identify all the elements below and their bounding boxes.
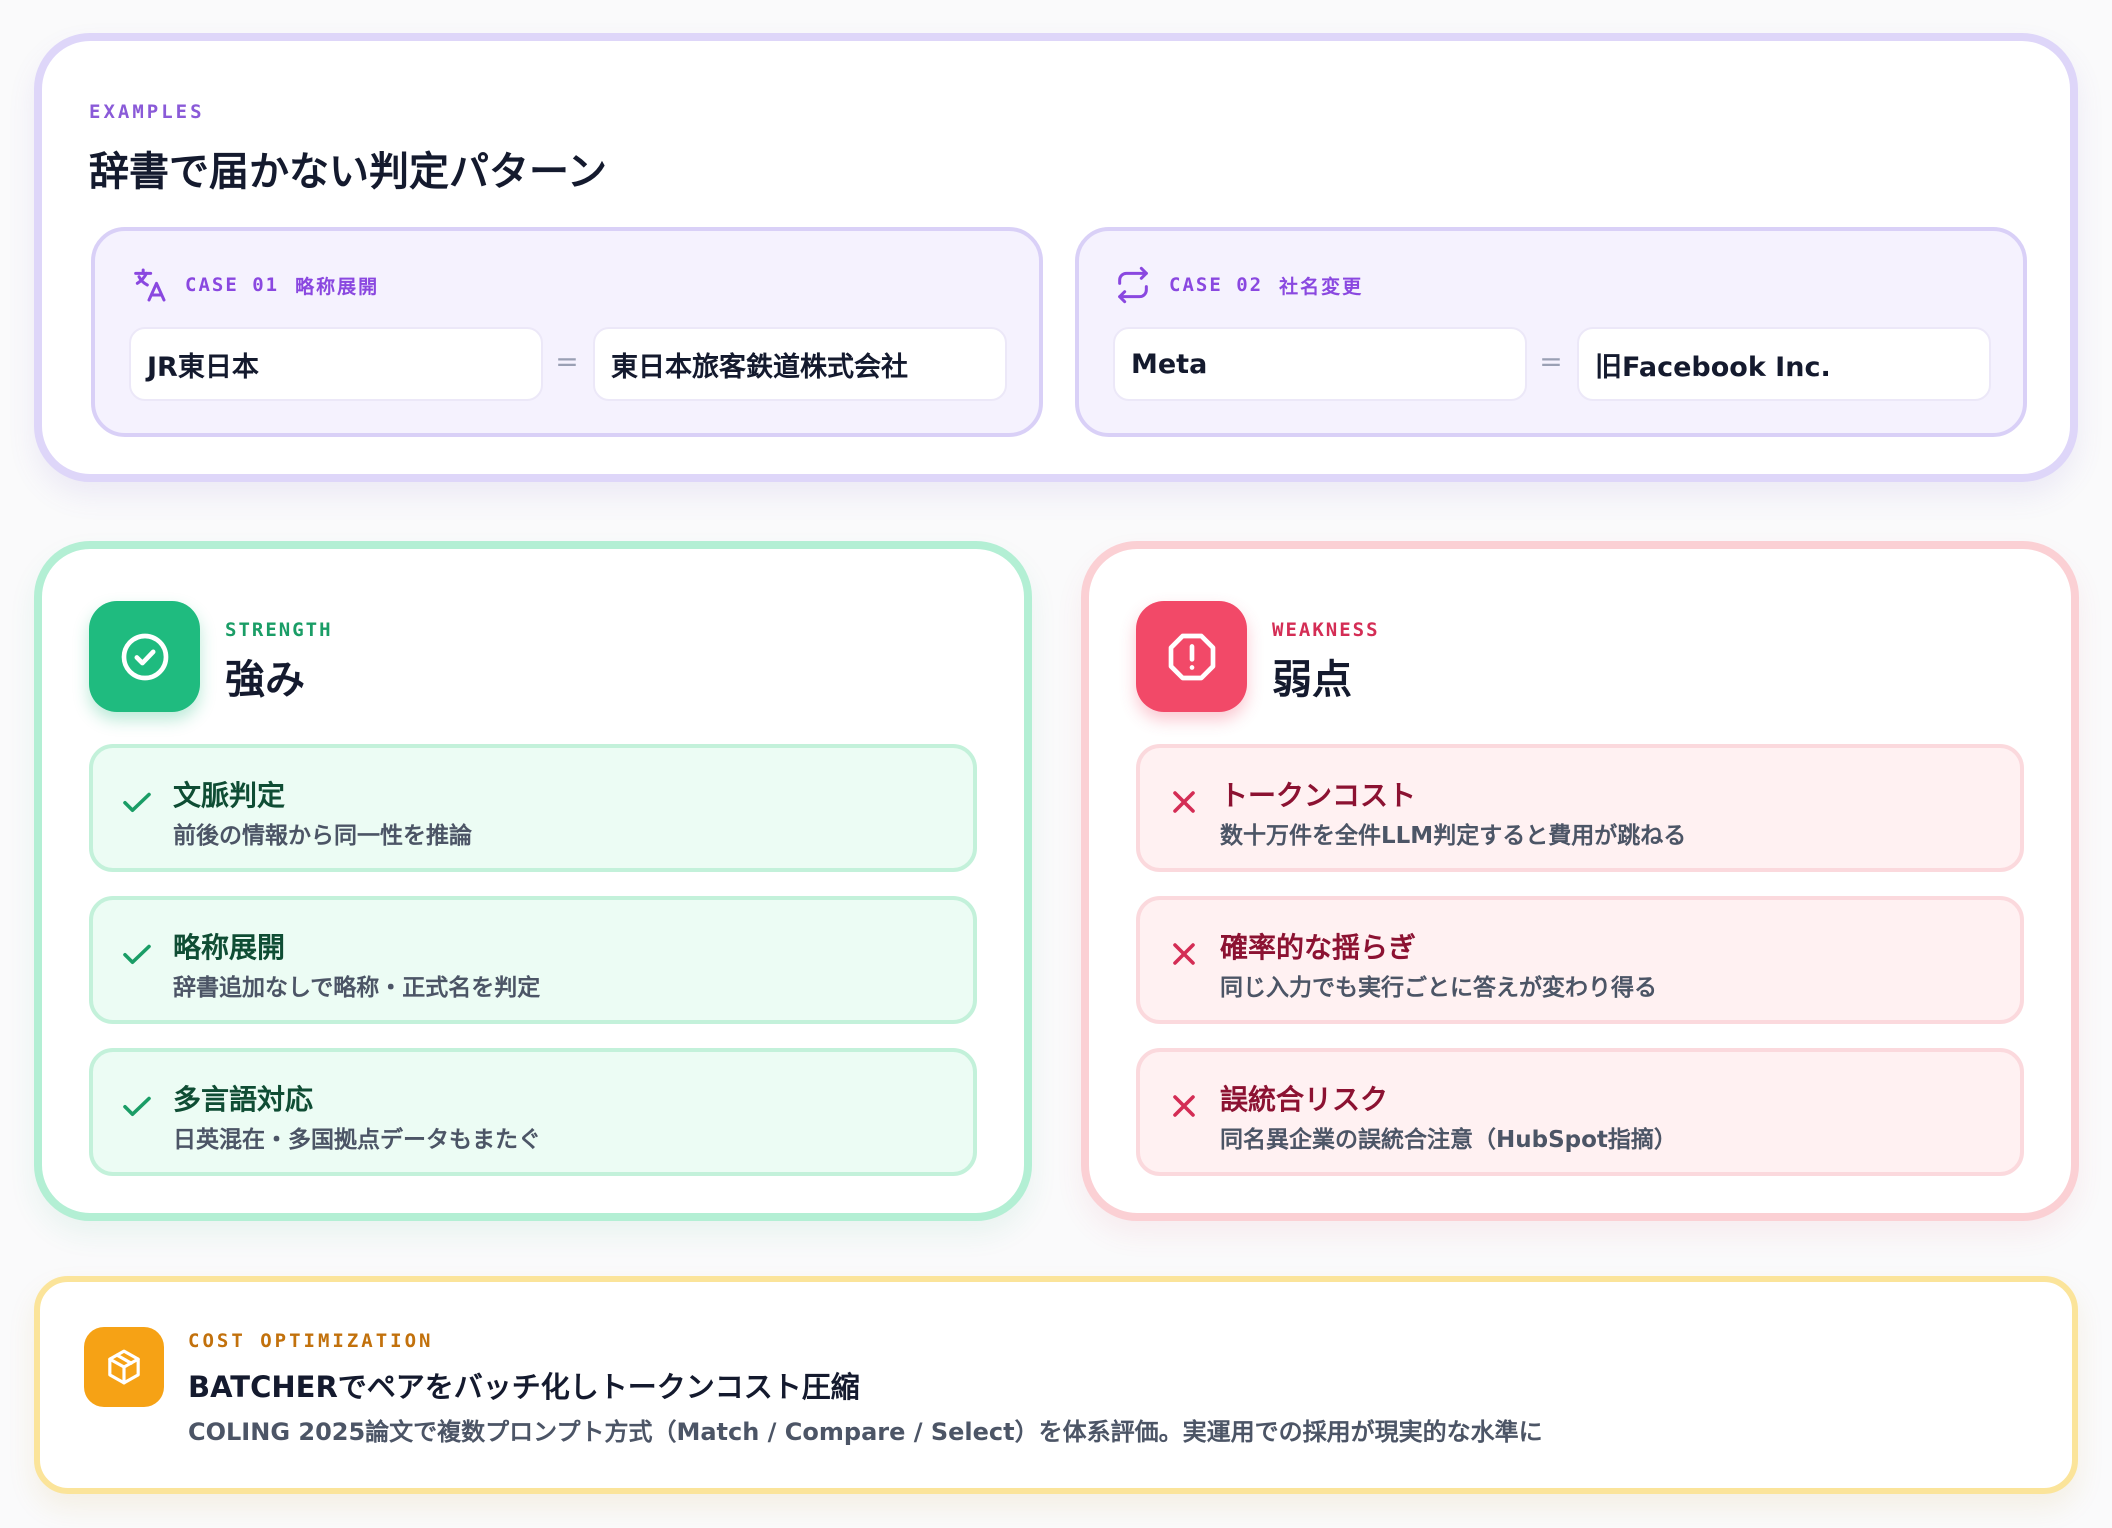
case-left-value: Meta [1113,327,1527,401]
case-left-value: JR東日本 [129,327,543,401]
case-label: CASE 02 [1169,274,1264,296]
cross-icon [1173,943,1195,965]
strength-title: 強み [225,657,305,703]
equals-sign: = [555,345,579,378]
weakness-item-desc: 数十万件を全件LLM判定すると費用が跳ねる [1220,823,1687,849]
strength-eyebrow: STRENGTH [225,619,333,641]
cost-optimization-card: COST OPTIMIZATION BATCHERでペアをバッチ化しトークンコス… [34,1276,2078,1494]
examples-card: EXAMPLES 辞書で届かない判定パターン CASE 01 略称展開 JR東日… [34,33,2078,482]
case-tag: 社名変更 [1279,275,1364,298]
strength-item: 略称展開 辞書追加なしで略称・正式名を判定 [89,896,977,1024]
strength-card: STRENGTH 強み 文脈判定 前後の情報から同一性を推論 略称展開 辞書追加… [34,541,1032,1221]
weakness-item-title: トークンコスト [1220,779,1417,812]
case-tag: 略称展開 [295,275,380,298]
cost-description: COLING 2025論文で複数プロンプト方式（Match / Compare … [188,1418,1543,1446]
cross-icon [1173,791,1195,813]
package-icon [108,1349,140,1385]
cost-eyebrow: COST OPTIMIZATION [188,1330,434,1352]
weakness-item-title: 確率的な揺らぎ [1220,931,1417,964]
strength-item-title: 多言語対応 [173,1083,314,1116]
strength-item-desc: 日英混在・多国拠点データもまたぐ [173,1127,541,1153]
cost-title: BATCHERでペアをバッチ化しトークンコスト圧縮 [188,1370,860,1404]
strength-item-desc: 前後の情報から同一性を推論 [173,823,472,849]
case-label: CASE 01 [185,274,280,296]
case-card-01: CASE 01 略称展開 JR東日本 = 東日本旅客鉄道株式会社 [91,227,1043,437]
weakness-item-desc: 同じ入力でも実行ごとに答えが変わり得る [1220,975,1657,1001]
weakness-item-desc: 同名異企業の誤統合注意（HubSpot指摘） [1220,1127,1677,1153]
weakness-item: トークンコスト 数十万件を全件LLM判定すると費用が跳ねる [1136,744,2024,872]
equals-sign: = [1539,345,1563,378]
weakness-card: WEAKNESS 弱点 トークンコスト 数十万件を全件LLM判定すると費用が跳ね… [1081,541,2079,1221]
check-icon [123,944,151,965]
case-right-value: 東日本旅客鉄道株式会社 [593,327,1007,401]
weakness-eyebrow: WEAKNESS [1272,619,1380,641]
examples-title: 辞書で届かない判定パターン [89,149,607,195]
repeat-icon [1118,266,1148,304]
strength-item: 文脈判定 前後の情報から同一性を推論 [89,744,977,872]
cost-badge [84,1327,164,1407]
weakness-item-title: 誤統合リスク [1220,1083,1389,1116]
check-icon [123,792,151,813]
case-card-02: CASE 02 社名変更 Meta = 旧Facebook Inc. [1075,227,2027,437]
strength-item-title: 文脈判定 [173,779,286,812]
weakness-badge [1136,601,1247,712]
case-right-value: 旧Facebook Inc. [1577,327,1991,401]
alert-octagon-icon [1168,633,1215,680]
weakness-title: 弱点 [1272,657,1352,703]
case-header: CASE 01 略称展開 [129,265,379,305]
check-circle-icon [121,633,168,680]
cross-icon [1173,1095,1195,1117]
strength-item-desc: 辞書追加なしで略称・正式名を判定 [173,975,541,1001]
examples-eyebrow: EXAMPLES [89,101,205,123]
translate-icon [134,268,166,302]
check-icon [123,1096,151,1117]
strength-item: 多言語対応 日英混在・多国拠点データもまたぐ [89,1048,977,1176]
weakness-item: 確率的な揺らぎ 同じ入力でも実行ごとに答えが変わり得る [1136,896,2024,1024]
weakness-item: 誤統合リスク 同名異企業の誤統合注意（HubSpot指摘） [1136,1048,2024,1176]
strength-item-title: 略称展開 [173,931,286,964]
strength-badge [89,601,200,712]
case-header: CASE 02 社名変更 [1113,265,1363,305]
